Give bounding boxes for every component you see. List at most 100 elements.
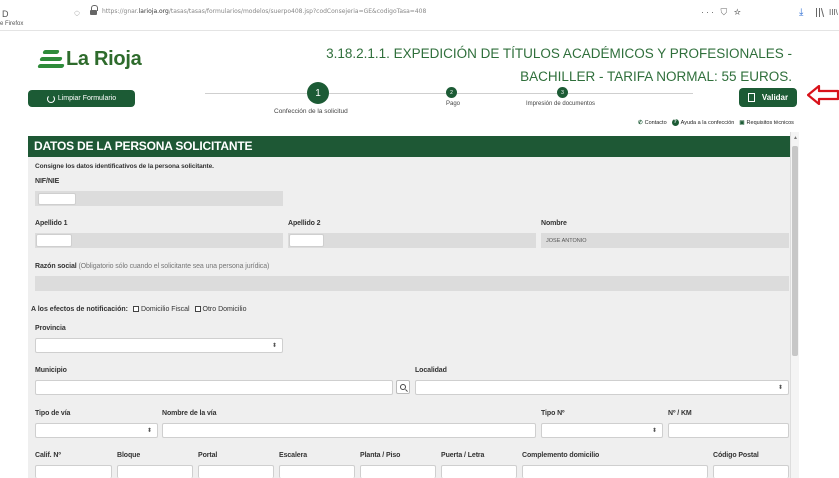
codigo-postal-label: Código Postal — [713, 452, 759, 459]
browser-label: e Firefox — [0, 21, 24, 27]
chevron-updown-icon: ⬍ — [777, 385, 783, 391]
browser-edge-left: D — [2, 9, 9, 19]
portal-label: Portal — [198, 452, 218, 459]
chevron-updown-icon: ⬍ — [651, 428, 657, 434]
nombre-input[interactable]: JOSE ANTONIO — [541, 233, 789, 248]
num-km-label: Nº / KM — [668, 410, 692, 417]
step-2-label: Pago — [446, 101, 461, 107]
nombre-via-label: Nombre de la vía — [162, 410, 217, 417]
codigo-postal-input[interactable] — [713, 465, 789, 478]
lock-icon[interactable] — [90, 5, 98, 16]
nombre-via-input[interactable] — [162, 423, 536, 438]
logo-text: La Rioja — [66, 48, 142, 70]
otro-domicilio-checkbox[interactable] — [194, 306, 201, 312]
apellido2-label: Apellido 2 — [288, 220, 321, 227]
scroll-thumb[interactable] — [792, 146, 798, 356]
complemento-input[interactable] — [522, 465, 708, 478]
validate-label: Validar — [761, 93, 789, 102]
otro-domicilio-label: Otro Domicilio — [202, 306, 247, 313]
razon-social-input[interactable] — [35, 276, 789, 291]
url-prefix: https://gnar. — [102, 8, 139, 15]
stepper-line-left — [205, 93, 307, 94]
url-path: /tasas/tasas/formularios/modelos/suerpo4… — [168, 8, 427, 15]
clear-form-label: Limpiar Formulario — [57, 95, 117, 102]
library-icon[interactable] — [816, 8, 825, 17]
apellido2-field-bg — [288, 233, 536, 248]
num-km-input[interactable] — [668, 423, 789, 438]
section-header: DATOS DE LA PERSONA SOLICITANTE — [28, 136, 790, 157]
localidad-label: Localidad — [415, 367, 447, 374]
step-2-indicator: 2 — [446, 87, 457, 98]
clear-form-button[interactable]: Limpiar Formulario — [28, 90, 135, 107]
planta-input[interactable] — [360, 465, 436, 478]
tipo-via-select[interactable]: ⬍ — [35, 423, 158, 438]
apellido1-label: Apellido 1 — [35, 220, 68, 227]
browser-toolbar: D ◌ https://gnar.larioja.org/tasas/tasas… — [0, 0, 839, 30]
help-links: ✆ Contacto ? Ayuda a la confección ▣ Req… — [633, 119, 794, 126]
complemento-label: Complemento domicilio — [522, 452, 600, 459]
razon-social-label-text: Razón social — [35, 263, 77, 270]
bloque-label: Bloque — [117, 452, 141, 459]
nif-input[interactable] — [38, 193, 76, 205]
puerta-input[interactable] — [441, 465, 517, 478]
stepper-line-1 — [329, 93, 446, 94]
page-actions-icon[interactable]: ··· ⛉ ☆ — [701, 7, 743, 18]
shield-icon[interactable]: ◌ — [74, 8, 80, 19]
stepper-line-2 — [457, 93, 557, 94]
logo-mark-icon — [37, 49, 65, 70]
page-title: 3.18.2.1.1. EXPEDICIÓN DE TÍTULOS ACADÉM… — [326, 46, 792, 84]
address-bar[interactable]: https://gnar.larioja.org/tasas/tasas/for… — [102, 8, 426, 15]
validate-button[interactable]: Validar — [739, 88, 797, 107]
chevron-updown-icon: ⬍ — [146, 428, 152, 434]
stepper-line-right — [568, 93, 693, 94]
calif-label: Calif. Nº — [35, 452, 61, 459]
contact-link[interactable]: Contacto — [645, 120, 667, 126]
apellido1-input[interactable] — [36, 234, 72, 247]
step-1-indicator: 1 — [307, 82, 329, 104]
localidad-select[interactable]: ⬍ — [415, 380, 789, 395]
domicilio-fiscal-label: Domicilio Fiscal — [140, 306, 190, 313]
municipio-search-button[interactable] — [396, 380, 410, 394]
municipio-label: Municipio — [35, 367, 67, 374]
step-3-indicator: 3 — [557, 87, 568, 98]
notification-options: A los efectos de notificación: Domicilio… — [31, 306, 246, 313]
bloque-input[interactable] — [117, 465, 193, 478]
notification-label: A los efectos de notificación: — [31, 306, 128, 313]
tech-requirements-link[interactable]: Requisitos técnicos — [747, 120, 794, 126]
tipo-via-label: Tipo de vía — [35, 410, 71, 417]
la-rioja-logo[interactable]: La Rioja — [37, 48, 142, 71]
apellido1-field-bg — [35, 233, 283, 248]
portal-input[interactable] — [198, 465, 274, 478]
nif-label: NIF/NIE — [35, 178, 60, 185]
tipo-num-select[interactable]: ⬍ — [541, 423, 663, 438]
planta-label: Planta / Piso — [360, 452, 401, 459]
scroll-up-icon[interactable]: ▲ — [793, 135, 798, 141]
help-confection-link[interactable]: Ayuda a la confección — [681, 120, 735, 126]
browser-edge-right: III\ — [829, 8, 838, 17]
domicilio-fiscal-checkbox[interactable] — [132, 306, 139, 312]
escalera-label: Escalera — [279, 452, 308, 459]
apellido2-input[interactable] — [289, 234, 324, 247]
form-intro: Consigne los datos identificativos de la… — [35, 163, 214, 170]
download-icon[interactable]: ⤓ — [799, 7, 803, 18]
calif-input[interactable] — [35, 465, 112, 478]
phone-icon: ✆ — [638, 119, 643, 126]
chevron-updown-icon: ⬍ — [271, 343, 277, 349]
page-scrollbar[interactable]: ▲ — [790, 132, 799, 478]
question-icon: ? — [671, 119, 679, 126]
document-icon — [747, 93, 755, 102]
nombre-label: Nombre — [541, 220, 567, 227]
browser-divider — [0, 30, 839, 31]
tipo-num-label: Tipo Nº — [541, 410, 565, 417]
refresh-icon — [46, 94, 55, 103]
red-arrow-annotation-icon — [807, 85, 839, 105]
razon-social-hint: (Obligatorio sólo cuando el solicitante … — [78, 263, 270, 270]
provincia-label: Provincia — [35, 325, 66, 332]
municipio-input[interactable] — [35, 380, 393, 395]
puerta-label: Puerta / Letra — [441, 452, 485, 459]
book-icon: ▣ — [739, 119, 745, 126]
url-domain: larioja.org — [138, 8, 169, 15]
razon-social-label: Razón social (Obligatorio sólo cuando el… — [35, 263, 269, 270]
escalera-input[interactable] — [279, 465, 355, 478]
provincia-select[interactable]: ⬍ — [35, 338, 283, 353]
